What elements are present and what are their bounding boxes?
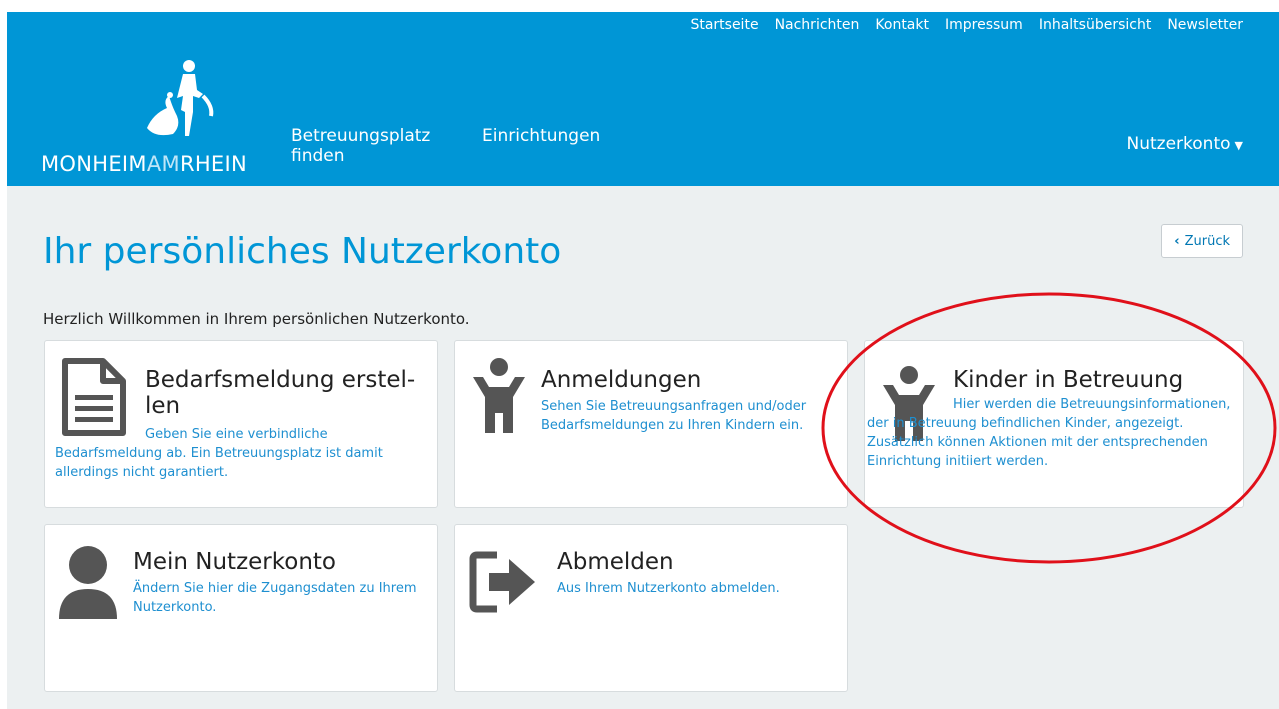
user-icon: [59, 546, 117, 619]
card-description: Hier werden die Betreuungsinformationen,…: [867, 397, 1231, 469]
card-title: Mein Nutzerkonto: [133, 549, 336, 575]
card-description: Ändern Sie hier die Zugangsdaten zu Ihre…: [133, 581, 417, 615]
main-content: Ihr persönliches Nutzerkonto ‹ Zurück He…: [7, 186, 1279, 709]
card-title: Anmeldungen: [541, 367, 702, 393]
card-anmeldungen[interactable]: Anmeldungen Sehen Sie Betreuungsanfragen…: [454, 340, 848, 508]
card-abmelden[interactable]: Abmelden Aus Ihrem Nutzerkonto abmelden.: [454, 524, 848, 692]
card-kinder-in-betreuung[interactable]: Kinder in Betreuung Hier werden die Betr…: [864, 340, 1244, 508]
topnav-newsletter[interactable]: Newsletter: [1167, 17, 1243, 33]
card-title: Kinder in Betreuung: [953, 367, 1184, 393]
card-description: Aus Ihrem Nutzerkonto abmelden.: [557, 581, 780, 596]
topnav-inhaltsuebersicht[interactable]: Inhaltsübersicht: [1039, 17, 1152, 33]
chevron-left-icon: ‹: [1174, 233, 1180, 249]
account-dropdown[interactable]: Nutzerkonto ▼: [1127, 134, 1243, 154]
logout-icon: [469, 551, 535, 613]
back-label: Zurück: [1184, 233, 1230, 249]
topnav-nachrichten[interactable]: Nachrichten: [775, 17, 860, 33]
goose-girl-logo-icon: [147, 60, 214, 136]
child-icon: [473, 358, 525, 433]
card-mein-nutzerkonto[interactable]: Mein Nutzerkonto Ändern Sie hier die Zug…: [44, 524, 438, 692]
welcome-text: Herzlich Willkommen in Ihrem persönliche…: [43, 310, 470, 328]
topnav-startseite[interactable]: Startseite: [690, 17, 758, 33]
card-description: Sehen Sie Betreuungsanfragen und/oder Be…: [541, 399, 807, 433]
monheim-logo[interactable]: MONHEIMAMRHEIN: [41, 56, 271, 176]
account-label: Nutzerkonto: [1126, 134, 1231, 154]
site-header: Startseite Nachrichten Kontakt Impressum…: [7, 12, 1279, 186]
caret-down-icon: ▼: [1234, 139, 1243, 152]
nav-einrichtungen[interactable]: Einrichtungen: [482, 126, 600, 146]
card-title: Abmelden: [557, 549, 674, 575]
topnav-impressum[interactable]: Impressum: [945, 17, 1023, 33]
back-button[interactable]: ‹ Zurück: [1161, 224, 1243, 258]
card-description: Geben Sie eine verbindliche Bedarfsmeldu…: [55, 427, 383, 480]
page-title: Ihr persönliches Nutzerkonto: [43, 231, 562, 272]
top-navigation: Startseite Nachrichten Kontakt Impressum…: [690, 17, 1243, 33]
nav-betreuungsplatz-finden[interactable]: Betreuungsplatz finden: [291, 126, 441, 166]
topnav-kontakt[interactable]: Kontakt: [875, 17, 929, 33]
card-title: Bedarfsmeldung erstel- len: [145, 367, 416, 419]
card-bedarfsmeldung[interactable]: Bedarfsmeldung erstel- len Geben Sie ein…: [44, 340, 438, 508]
logo-wordmark: MONHEIMAMRHEIN: [41, 152, 247, 176]
